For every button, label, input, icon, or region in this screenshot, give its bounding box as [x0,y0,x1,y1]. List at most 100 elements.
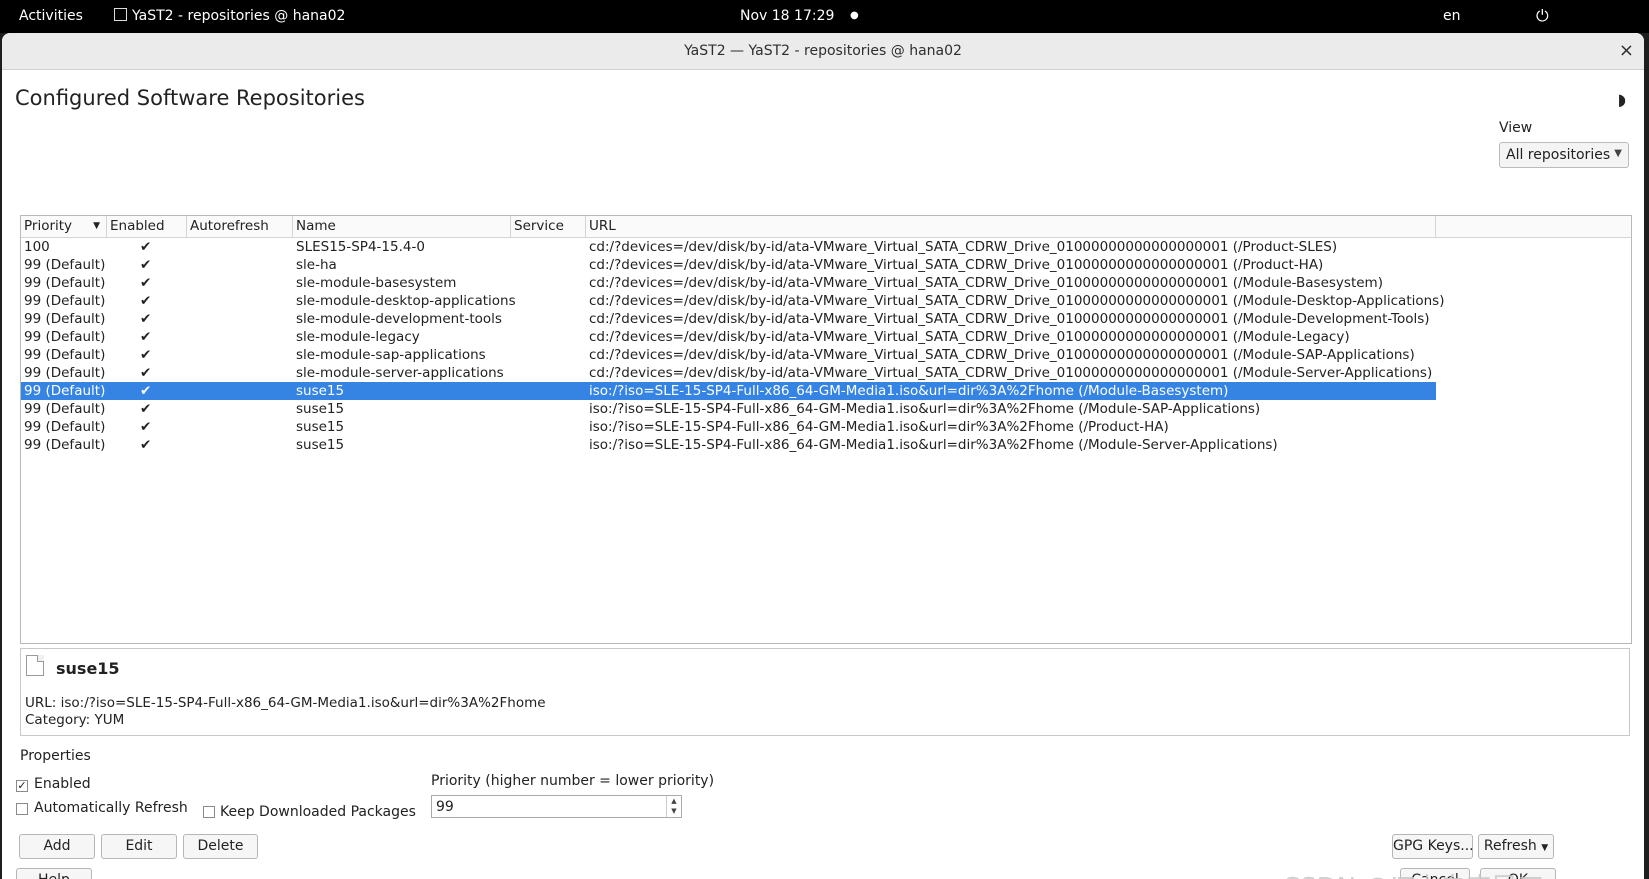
cell-priority: 99 (Default) [24,347,106,363]
edit-button[interactable]: Edit [101,834,177,859]
repository-detail: suse15 URL: iso:/?iso=SLE-15-SP4-Full-x8… [20,648,1630,736]
keep-packages-checkbox[interactable] [203,806,215,818]
cell-name: suse15 [296,437,345,453]
column-header-name[interactable]: Name [293,216,511,237]
page-title: Configured Software Repositories [15,86,365,110]
refresh-button-label: Refresh [1483,838,1537,854]
language-indicator[interactable]: en [1443,8,1461,24]
app-icon [114,8,127,21]
close-icon[interactable]: × [1619,40,1634,61]
cell-name: SLES15-SP4-15.4-0 [296,239,425,255]
window-headerbar: YaST2 — YaST2 - repositories @ hana02 × [2,33,1644,70]
cell-priority: 99 (Default) [24,257,106,273]
table-row[interactable]: 99 (Default) ✔ sle-module-legacy cd:/?devic… [21,328,1436,346]
cell-priority: 99 (Default) [24,365,106,381]
delete-button[interactable]: Delete [183,834,258,859]
cell-name: suse15 [296,383,345,399]
table-row[interactable]: 99 (Default) ✔ sle-module-desktop-applicat… [21,292,1444,310]
table-row[interactable]: 99 (Default) ✔ sle-ha cd:/?devices=/dev/dis… [21,256,1436,274]
table-row[interactable]: 99 (Default) ✔ suse15 iso:/?iso=SLE-15-SP4-… [21,418,1436,436]
column-header-service[interactable]: Service [511,216,586,237]
cell-url: cd:/?devices=/dev/disk/by-id/ata-VMware_… [589,293,1445,309]
priority-label: Priority (higher number = lower priority… [431,773,715,789]
gpg-keys-button[interactable]: GPG Keys... [1392,834,1474,859]
power-icon[interactable]: ⏻ [1536,6,1549,26]
cell-priority: 99 (Default) [24,275,106,291]
cell-url: cd:/?devices=/dev/disk/by-id/ata-VMware_… [589,365,1433,381]
cell-name: sle-module-basesystem [296,275,457,291]
cell-enabled: ✔ [140,311,152,327]
keep-packages-label[interactable]: Keep Downloaded Packages [220,804,416,820]
cell-name: sle-module-development-tools [296,311,502,327]
cell-enabled: ✔ [140,437,152,453]
enabled-checkbox[interactable]: ✓ [16,780,28,792]
priority-value: 99 [436,799,454,815]
cell-enabled: ✔ [140,257,152,273]
cell-enabled: ✔ [140,365,152,381]
moon-icon[interactable]: ◗ [1618,90,1626,109]
table-row[interactable]: 99 (Default) ✔ suse15 iso:/?iso=SLE-15-SP4-… [21,400,1436,418]
table-row[interactable]: 99 (Default) ✔ suse15 iso:/?iso=SLE-15-SP4-… [21,436,1436,454]
top-bar: Activities YaST2 - repositories @ hana02… [0,0,1649,33]
cell-url: cd:/?devices=/dev/disk/by-id/ata-VMware_… [589,239,1338,255]
detail-url: URL: iso:/?iso=SLE-15-SP4-Full-x86_64-GM… [25,695,546,711]
cell-priority: 100 [24,239,50,255]
sort-down-icon: ▼ [93,221,100,231]
view-select[interactable]: All repositories ▼ [1499,142,1629,168]
auto-refresh-label[interactable]: Automatically Refresh [34,800,188,816]
column-header-enabled[interactable]: Enabled [107,216,187,237]
detail-category: Category: YUM [25,712,125,728]
cell-priority: 99 (Default) [24,383,106,399]
auto-refresh-checkbox[interactable] [16,803,28,815]
cell-url: iso:/?iso=SLE-15-SP4-Full-x86_64-GM-Medi… [589,383,1229,399]
cell-priority: 99 (Default) [24,293,106,309]
cell-url: cd:/?devices=/dev/disk/by-id/ata-VMware_… [589,329,1350,345]
cell-priority: 99 (Default) [24,401,106,417]
cell-name: sle-module-sap-applications [296,347,486,363]
cell-url: cd:/?devices=/dev/disk/by-id/ata-VMware_… [589,257,1324,273]
view-select-value: All repositories [1506,147,1611,163]
repositories-table: Priority ▼ Enabled Autorefresh Name Serv… [20,215,1632,644]
cell-url: cd:/?devices=/dev/disk/by-id/ata-VMware_… [589,347,1415,363]
chevron-down-icon: ▼ [1614,148,1622,159]
cell-enabled: ✔ [140,239,152,255]
table-row[interactable]: 99 (Default) ✔ sle-module-basesystem cd:/?d… [21,274,1436,292]
column-header-autorefresh[interactable]: Autorefresh [187,216,293,237]
column-header-url[interactable]: URL [586,216,1436,237]
cell-enabled: ✔ [140,275,152,291]
table-row[interactable]: 99 (Default) ✔ sle-module-sap-applications… [21,346,1436,364]
cell-url: iso:/?iso=SLE-15-SP4-Full-x86_64-GM-Medi… [589,419,1169,435]
cell-url: cd:/?devices=/dev/disk/by-id/ata-VMware_… [589,311,1430,327]
cell-name: suse15 [296,419,345,435]
cell-priority: 99 (Default) [24,437,106,453]
detail-name: suse15 [56,659,120,678]
add-button[interactable]: Add [19,834,95,859]
cell-enabled: ✔ [140,293,152,309]
priority-spinbox[interactable]: 99 ▲ ▼ [431,795,682,818]
table-row[interactable]: 99 (Default) ✔ suse15 iso:/?iso=SLE-15-SP4-… [21,382,1436,400]
cell-name: suse15 [296,401,345,417]
cell-name: sle-module-server-applications [296,365,504,381]
column-header-priority[interactable]: Priority ▼ [21,216,107,237]
refresh-button[interactable]: Refresh ▼ [1478,834,1554,859]
view-label: View [1499,120,1533,136]
table-row[interactable]: 99 (Default) ✔ sle-module-server-applicati… [21,364,1436,382]
watermark: CSDN @IT小白农民工 [1282,867,1544,879]
enabled-label[interactable]: Enabled [34,776,91,792]
cell-url: iso:/?iso=SLE-15-SP4-Full-x86_64-GM-Medi… [589,401,1261,417]
spin-arrows-icon[interactable]: ▲ ▼ [666,796,681,817]
table-row[interactable]: 99 (Default) ✔ sle-module-development-tool… [21,310,1436,328]
cell-name: sle-module-legacy [296,329,420,345]
window-title: YaST2 — YaST2 - repositories @ hana02 [684,43,962,59]
chevron-down-icon: ▼ [1541,843,1549,853]
cell-enabled: ✔ [140,419,152,435]
cell-priority: 99 (Default) [24,329,106,345]
help-button[interactable]: Help [16,868,92,879]
properties-label: Properties [20,748,91,764]
app-menu[interactable]: YaST2 - repositories @ hana02 [114,8,345,24]
cell-name: sle-module-desktop-applications [296,293,516,309]
activities-button[interactable]: Activities [19,8,83,24]
cell-enabled: ✔ [140,401,152,417]
clock[interactable]: Nov 18 17:29 [740,8,834,24]
table-row[interactable]: 100 ✔ SLES15-SP4-15.4-0 cd:/?devices=/dev/d… [21,238,1436,256]
